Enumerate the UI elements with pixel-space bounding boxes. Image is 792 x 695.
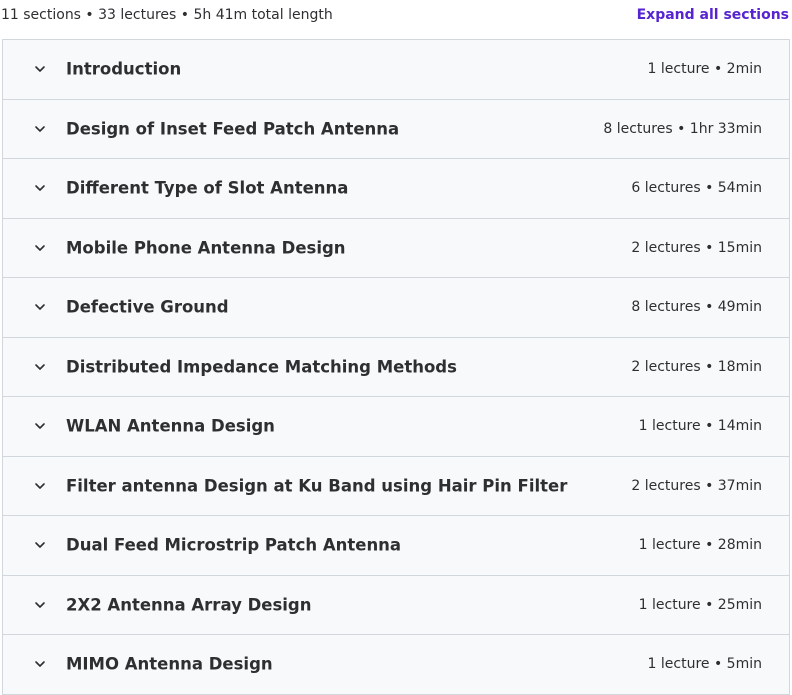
- section-meta: 1 lecture • 25min: [638, 596, 762, 613]
- section-meta: 6 lectures • 54min: [631, 180, 762, 197]
- chevron-down-icon[interactable]: [33, 241, 47, 255]
- section-row[interactable]: Introduction 1 lecture • 2min: [3, 40, 789, 100]
- curriculum-sections-list: Introduction 1 lecture • 2min Design of In…: [2, 39, 790, 695]
- section-meta: 1 lecture • 14min: [638, 418, 762, 435]
- section-title: Filter antenna Design at Ku Band using H…: [66, 476, 568, 496]
- chevron-down-icon[interactable]: [33, 419, 47, 433]
- section-title: Different Type of Slot Antenna: [66, 178, 349, 198]
- section-title: Dual Feed Microstrip Patch Antenna: [66, 535, 402, 555]
- section-title: 2X2 Antenna Array Design: [66, 595, 312, 615]
- section-row[interactable]: Distributed Impedance Matching Methods 2 …: [3, 337, 789, 397]
- section-row[interactable]: Dual Feed Microstrip Patch Antenna 1 lect…: [3, 516, 789, 576]
- chevron-down-icon[interactable]: [33, 360, 47, 374]
- section-title: Distributed Impedance Matching Methods: [66, 357, 457, 377]
- section-row[interactable]: 2X2 Antenna Array Design 1 lecture • 25mi…: [3, 575, 789, 635]
- section-meta: 2 lectures • 37min: [631, 477, 762, 494]
- section-row[interactable]: Mobile Phone Antenna Design 2 lectures • …: [3, 218, 789, 278]
- expand-all-sections-button[interactable]: Expand all sections: [637, 7, 789, 23]
- section-title: MIMO Antenna Design: [66, 654, 273, 674]
- chevron-down-icon[interactable]: [33, 181, 47, 195]
- chevron-down-icon[interactable]: [33, 62, 47, 76]
- chevron-down-icon[interactable]: [33, 300, 47, 314]
- section-title: Defective Ground: [66, 297, 229, 317]
- section-title: Introduction: [66, 59, 182, 79]
- section-row[interactable]: Design of Inset Feed Patch Antenna 8 lect…: [3, 99, 789, 159]
- section-row[interactable]: Different Type of Slot Antenna 6 lectures…: [3, 159, 789, 219]
- section-row[interactable]: WLAN Antenna Design 1 lecture • 14min: [3, 397, 789, 457]
- chevron-down-icon[interactable]: [33, 122, 47, 136]
- course-summary: 11 sections • 33 lectures • 5h 41m total…: [1, 7, 333, 23]
- chevron-down-icon[interactable]: [33, 538, 47, 552]
- chevron-down-icon[interactable]: [33, 479, 47, 493]
- chevron-down-icon[interactable]: [33, 598, 47, 612]
- section-meta: 1 lecture • 5min: [647, 656, 762, 673]
- section-row[interactable]: MIMO Antenna Design 1 lecture • 5min: [3, 635, 789, 695]
- section-row[interactable]: Filter antenna Design at Ku Band using H…: [3, 456, 789, 516]
- section-row[interactable]: Defective Ground 8 lectures • 49min: [3, 278, 789, 338]
- chevron-down-icon[interactable]: [33, 657, 47, 671]
- section-meta: 2 lectures • 18min: [631, 358, 762, 375]
- section-meta: 1 lecture • 2min: [647, 61, 762, 78]
- section-meta: 8 lectures • 1hr 33min: [603, 120, 762, 137]
- section-meta: 8 lectures • 49min: [631, 299, 762, 316]
- section-title: WLAN Antenna Design: [66, 416, 275, 436]
- section-title: Mobile Phone Antenna Design: [66, 238, 346, 258]
- course-content-header: 11 sections • 33 lectures • 5h 41m total…: [0, 0, 792, 34]
- section-meta: 2 lectures • 15min: [631, 239, 762, 256]
- section-title: Design of Inset Feed Patch Antenna: [66, 119, 400, 139]
- section-meta: 1 lecture • 28min: [638, 537, 762, 554]
